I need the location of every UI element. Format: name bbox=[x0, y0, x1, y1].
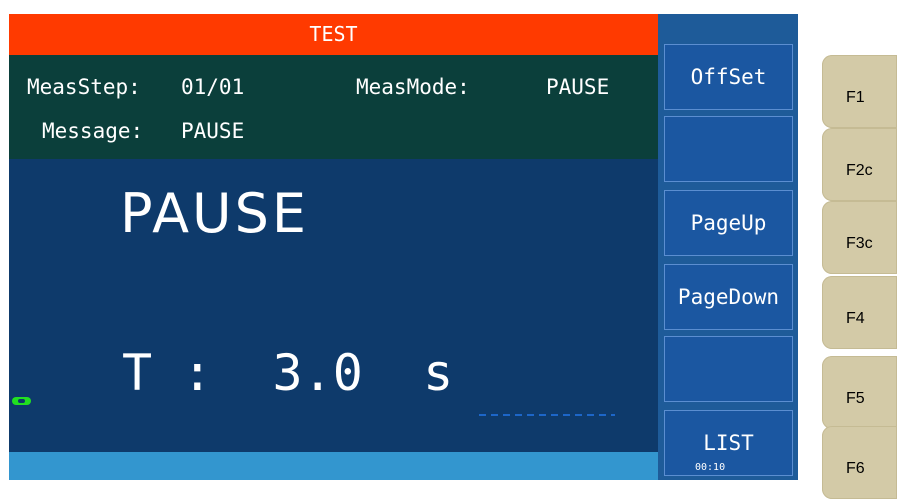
time-label: T bbox=[122, 344, 153, 402]
f5-button[interactable]: F5 bbox=[822, 356, 897, 429]
softkey-offset[interactable]: OffSet bbox=[664, 44, 793, 110]
message-label: Message: bbox=[42, 119, 144, 143]
time-value: 3.0 bbox=[272, 344, 363, 402]
time-separator: : bbox=[182, 344, 213, 402]
f1-button[interactable]: F1 bbox=[822, 55, 897, 128]
status-display: PAUSE bbox=[120, 182, 309, 245]
time-unit: s bbox=[423, 344, 454, 402]
message-value: PAUSE bbox=[181, 119, 245, 143]
status-indicator-icon bbox=[12, 397, 31, 405]
softkey-list[interactable]: LIST bbox=[664, 410, 793, 476]
meas-mode-value: PAUSE bbox=[546, 75, 610, 99]
softkey-pagedown[interactable]: PageDown bbox=[664, 264, 793, 330]
screen-title: TEST bbox=[309, 22, 358, 46]
softkey-pageup[interactable]: PageUp bbox=[664, 190, 793, 256]
clock-readout: 00:10 bbox=[695, 462, 726, 473]
f6-button[interactable]: F6 bbox=[822, 426, 897, 499]
f3c-button[interactable]: F3c bbox=[822, 201, 897, 274]
meas-step-label: MeasStep: bbox=[27, 75, 141, 99]
instrument-screen: TEST MeasStep: 01/01 MeasMode: PAUSE Mes… bbox=[9, 14, 798, 480]
meas-mode-label: MeasMode: bbox=[356, 75, 470, 99]
f4-button[interactable]: F4 bbox=[822, 276, 897, 349]
meas-step-value: 01/01 bbox=[181, 75, 245, 99]
softkey-blank-5[interactable] bbox=[664, 336, 793, 402]
dashed-divider bbox=[479, 414, 615, 416]
measurement-info-panel: MeasStep: 01/01 MeasMode: PAUSE Message:… bbox=[9, 55, 658, 159]
title-bar: TEST bbox=[9, 14, 658, 55]
f2c-button[interactable]: F2c bbox=[822, 128, 897, 201]
bottom-status-bar bbox=[9, 452, 658, 480]
softkey-blank-2[interactable] bbox=[664, 116, 793, 182]
time-readout: T : 3.0 s bbox=[122, 344, 453, 402]
softkey-column: OffSet PageUp PageDown LIST bbox=[658, 14, 798, 480]
